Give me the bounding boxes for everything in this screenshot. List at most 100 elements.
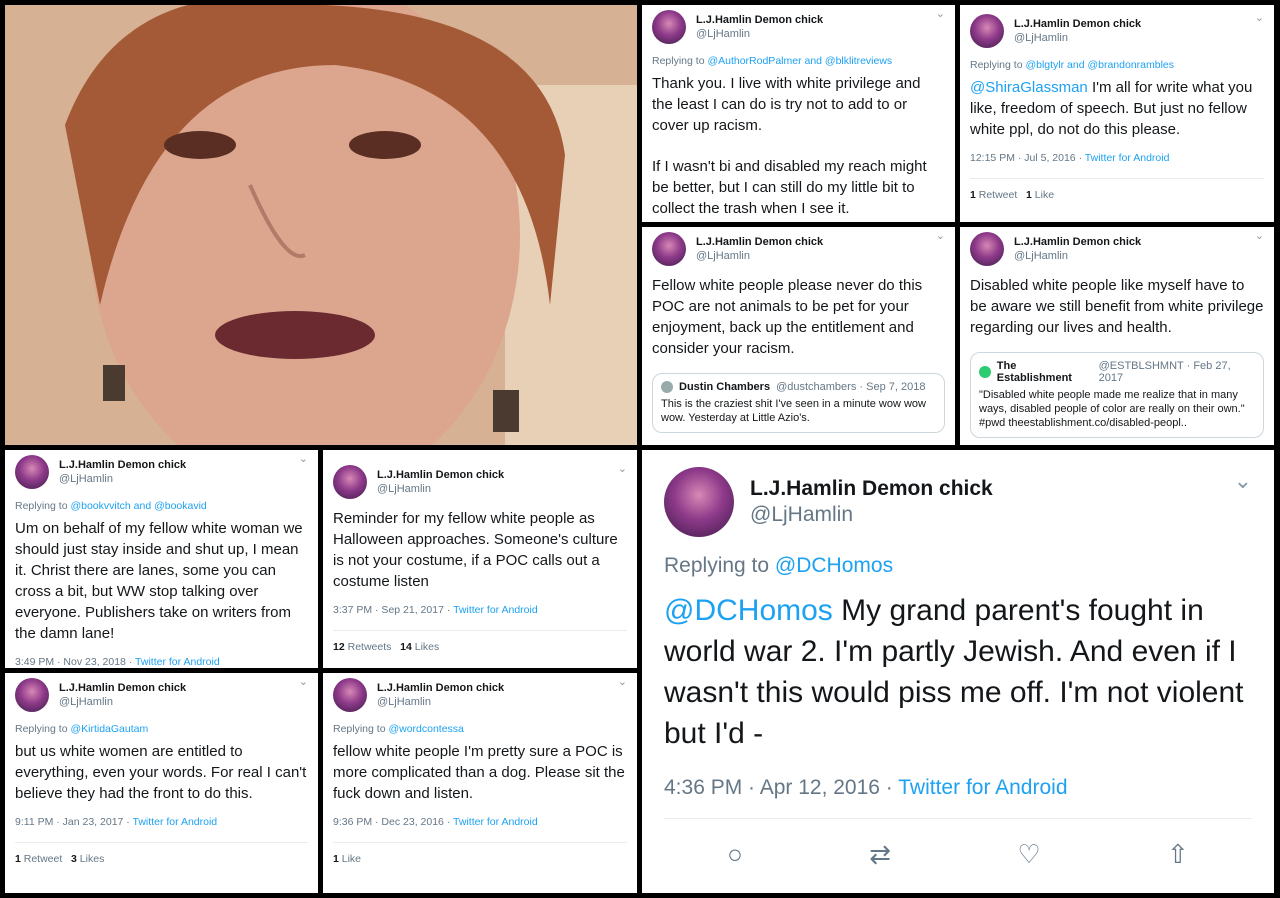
quoted-tweet[interactable]: Dustin Chambers @dustchambers · Sep 7, 20… [652,373,945,433]
avatar[interactable] [652,10,686,44]
author-name[interactable]: L.J.Hamlin Demon chick [696,235,823,249]
tweet-header: L.J.Hamlin Demon chick @LjHamlin ⌄ [970,11,1264,51]
author-handle[interactable]: @LjHamlin [59,695,186,709]
author-name[interactable]: L.J.Hamlin Demon chick [377,468,504,482]
avatar[interactable] [333,465,367,499]
author-handle[interactable]: @LjHamlin [377,482,504,496]
replying-to: Replying to @DCHomos [664,554,894,577]
tweet-card-8[interactable]: L.J.Hamlin Demon chick @LjHamlin ⌄ Replyi… [323,673,637,893]
tweet-text: @ShiraGlassman I'm all for write what yo… [970,79,1253,138]
heart-icon[interactable]: ♡ [1017,839,1040,870]
reply-mentions[interactable]: @blgtylr and @brandonrambles [1025,59,1174,71]
chevron-down-icon[interactable]: ⌄ [936,7,945,20]
tweet-header: L.J.Hamlin Demon chick @LjHamlin ⌄ [652,229,945,269]
source-link[interactable]: Twitter for Android [898,776,1067,799]
chevron-down-icon[interactable]: ⌄ [618,462,627,475]
author-name[interactable]: L.J.Hamlin Demon chick [696,13,823,27]
tweet-header: L.J.Hamlin Demon chick @LjHamlin ⌄ [970,229,1264,269]
source-link[interactable]: Twitter for Android [453,816,538,828]
profile-photo [5,5,637,445]
quoted-tweet[interactable]: The Establishment @ESTBLSHMNT · Feb 27, 2… [970,352,1264,438]
reply-icon[interactable]: ○ [727,839,743,870]
source-link[interactable]: Twitter for Android [133,816,218,828]
tweet-text: @DCHomos My grand parent's fought in wor… [664,594,1244,750]
replying-to: Replying to @AuthorRodPalmer and @blklit… [652,55,893,67]
author-name[interactable]: L.J.Hamlin Demon chick [750,476,993,502]
avatar[interactable] [652,232,686,266]
tweet-actions: ○ ⇄ ♡ ⇧ [664,818,1252,870]
tweet-text: fellow white people I'm pretty sure a PO… [333,743,625,802]
author-name[interactable]: L.J.Hamlin Demon chick [1014,17,1141,31]
tweet-timestamp: 3:37 PM · Sep 21, 2017 · Twitter for And… [333,604,538,616]
author-name[interactable]: L.J.Hamlin Demon chick [377,681,504,695]
author-name[interactable]: L.J.Hamlin Demon chick [59,458,186,472]
tweet-header: L.J.Hamlin Demon chick @LjHamlin ⌄ [664,464,1252,540]
tweet-header: L.J.Hamlin Demon chick @LjHamlin ⌄ [333,675,627,715]
mention-link[interactable]: @DCHomos [664,594,833,627]
tweet-stats: 1 Retweet 3 Likes [15,842,308,865]
reply-mentions[interactable]: @wordcontessa [388,723,463,735]
author-name[interactable]: L.J.Hamlin Demon chick [1014,235,1141,249]
author-handle[interactable]: @LjHamlin [59,472,186,486]
face-illustration [5,5,637,445]
avatar[interactable] [15,455,49,489]
tweet-text: Um on behalf of my fellow white woman we… [15,520,303,642]
tweet-text-2: If I wasn't bi and disabled my reach mig… [652,158,927,217]
source-link[interactable]: Twitter for Android [135,656,220,668]
avatar[interactable] [970,14,1004,48]
author-handle[interactable]: @LjHamlin [1014,31,1141,45]
source-link[interactable]: Twitter for Android [453,604,538,616]
author-handle[interactable]: @LjHamlin [750,502,993,528]
tweet-card-1[interactable]: L.J.Hamlin Demon chick @LjHamlin ⌄ Replyi… [642,5,955,222]
avatar[interactable] [970,232,1004,266]
tweet-text: Disabled white people like myself have t… [970,277,1264,336]
avatar[interactable] [664,467,734,537]
replying-to: Replying to @blgtylr and @brandonrambles [970,59,1175,71]
chevron-down-icon[interactable]: ⌄ [1255,11,1264,24]
chevron-down-icon[interactable]: ⌄ [299,452,308,465]
reply-mentions[interactable]: @bookvvitch and @bookavid [70,500,206,512]
author-handle[interactable]: @LjHamlin [696,249,823,263]
chevron-down-icon[interactable]: ⌄ [1255,229,1264,242]
chevron-down-icon[interactable]: ⌄ [936,229,945,242]
tweet-card-7[interactable]: L.J.Hamlin Demon chick @LjHamlin ⌄ Replyi… [5,673,318,893]
tweet-card-2[interactable]: L.J.Hamlin Demon chick @LjHamlin ⌄ Replyi… [960,5,1274,222]
author-name[interactable]: L.J.Hamlin Demon chick [59,681,186,695]
tweet-card-4[interactable]: L.J.Hamlin Demon chick @LjHamlin ⌄ Disabl… [960,227,1274,445]
reply-mentions[interactable]: @AuthorRodPalmer and @blklitreviews [707,55,892,67]
tweet-header: L.J.Hamlin Demon chick @LjHamlin ⌄ [333,462,627,502]
tweet-stats: 1 Like [333,842,627,865]
tweet-card-6[interactable]: L.J.Hamlin Demon chick @LjHamlin ⌄ Remind… [323,450,637,668]
tweet-timestamp: 4:36 PM · Apr 12, 2016 · Twitter for And… [664,776,1068,799]
reply-mentions[interactable]: @KirtidaGautam [70,723,148,735]
quote-author: The Establishment [996,360,1072,384]
avatar[interactable] [15,678,49,712]
chevron-down-icon[interactable]: ⌄ [299,675,308,688]
avatar[interactable] [333,678,367,712]
author-handle[interactable]: @LjHamlin [377,695,504,709]
tweet-card-featured[interactable]: L.J.Hamlin Demon chick @LjHamlin ⌄ Replyi… [642,450,1274,893]
tweet-header: L.J.Hamlin Demon chick @LjHamlin ⌄ [15,675,308,715]
tweet-timestamp: 3:49 PM · Nov 23, 2018 · Twitter for And… [15,656,220,668]
avatar [979,366,991,378]
quote-meta: @dustchambers · Sep 7, 2018 [776,381,926,393]
tweet-card-3[interactable]: L.J.Hamlin Demon chick @LjHamlin ⌄ Fellow… [642,227,955,445]
tweet-card-5[interactable]: L.J.Hamlin Demon chick @LjHamlin ⌄ Replyi… [5,450,318,668]
replying-to: Replying to @wordcontessa [333,723,464,735]
author-handle[interactable]: @LjHamlin [696,27,823,41]
retweet-icon[interactable]: ⇄ [869,839,891,870]
tweet-header: L.J.Hamlin Demon chick @LjHamlin ⌄ [652,7,945,47]
source-link[interactable]: Twitter for Android [1085,152,1170,164]
chevron-down-icon[interactable]: ⌄ [1234,468,1252,494]
quote-meta: @ESTBLSHMNT · Feb 27, 2017 [1098,360,1231,384]
tweet-text: but us white women are entitled to every… [15,743,307,802]
chevron-down-icon[interactable]: ⌄ [618,675,627,688]
tweet-timestamp: 12:15 PM · Jul 5, 2016 · Twitter for And… [970,152,1170,164]
tweet-text: Thank you. I live with white privilege a… [652,75,921,134]
mention-link[interactable]: @ShiraGlassman [970,79,1088,96]
author-handle[interactable]: @LjHamlin [1014,249,1141,263]
reply-mentions[interactable]: @DCHomos [775,554,893,577]
tweet-text: Fellow white people please never do this… [652,277,923,357]
share-icon[interactable]: ⇧ [1167,839,1189,870]
tweet-stats: 12 Retweets 14 Likes [333,630,627,653]
